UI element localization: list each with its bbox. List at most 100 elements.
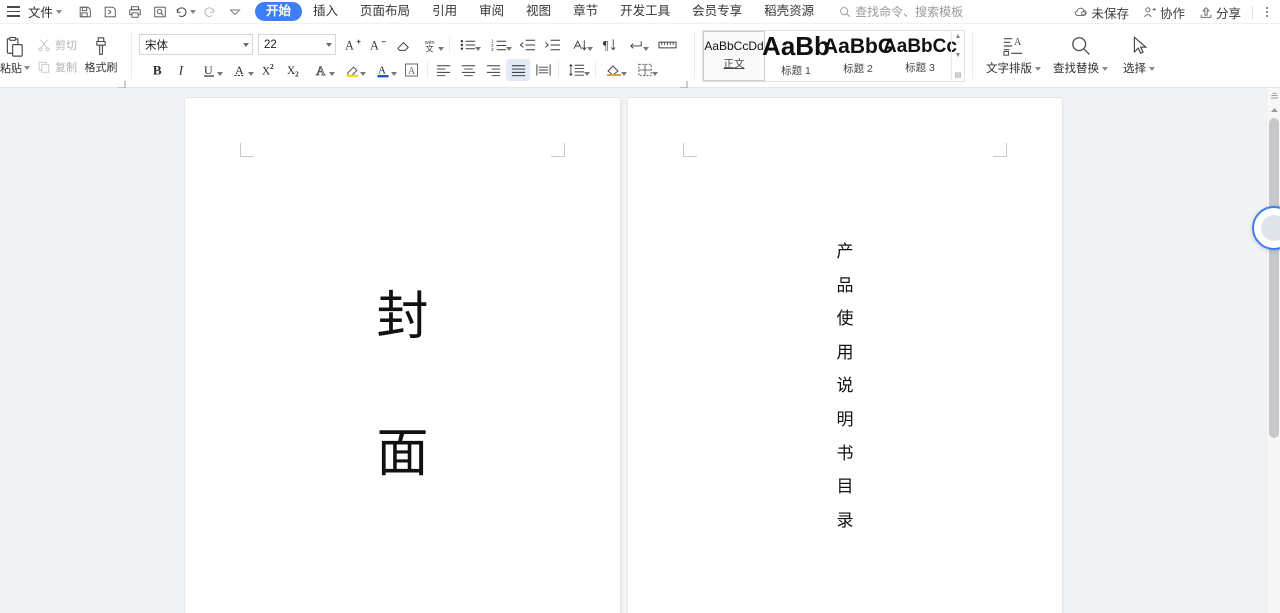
- tab-start[interactable]: 开始: [255, 2, 303, 21]
- text-effects-icon: A: [316, 62, 327, 77]
- justify-button[interactable]: [506, 58, 530, 81]
- tab-references[interactable]: 引用: [421, 2, 468, 21]
- divider: [131, 32, 132, 79]
- show-paragraph-marks-button[interactable]: ¶: [596, 34, 620, 56]
- style-heading-2[interactable]: AaBbC 标题 2: [823, 31, 893, 81]
- bullet-list-button[interactable]: [453, 34, 483, 56]
- text-typesetting-button[interactable]: A 文字排版: [980, 32, 1047, 79]
- toc-char: 品: [836, 275, 854, 296]
- bold-button[interactable]: B: [145, 59, 169, 81]
- tab-section[interactable]: 章节: [562, 2, 609, 21]
- font-family-combo[interactable]: 宋体: [139, 34, 253, 55]
- cut-button[interactable]: 剪切: [32, 35, 82, 55]
- sort-button[interactable]: [565, 34, 595, 56]
- decrease-indent-button[interactable]: [515, 34, 539, 56]
- document-canvas[interactable]: 封 面 产 品 使 用 说 明 书 目 录: [0, 88, 1280, 613]
- numbered-list-button[interactable]: 123: [484, 34, 514, 56]
- document-grid-button[interactable]: [652, 34, 682, 56]
- undo-icon[interactable]: [172, 1, 197, 23]
- save-as-icon[interactable]: [97, 1, 122, 23]
- shrink-font-button[interactable]: A: [366, 34, 390, 56]
- tab-view[interactable]: 视图: [515, 2, 562, 21]
- chevron-down-icon: [189, 10, 196, 14]
- margin-mark-top-right: [551, 143, 565, 157]
- pinyin-guide-button[interactable]: wén 文: [416, 34, 446, 56]
- strikethrough-button[interactable]: A: [226, 59, 256, 81]
- app-menu-icon[interactable]: [0, 0, 26, 24]
- style-heading-3[interactable]: AaBbCc 标题 3: [883, 31, 957, 81]
- tab-developer-tools[interactable]: 开发工具: [609, 2, 681, 21]
- clipboard-small-commands: 剪切 复制: [32, 35, 82, 77]
- italic-button[interactable]: I: [170, 59, 194, 81]
- scroll-up-icon[interactable]: [1267, 89, 1280, 103]
- tab-docer-resources[interactable]: 稻壳资源: [753, 2, 825, 21]
- share-label: 分享: [1215, 6, 1241, 21]
- document-page-1[interactable]: 封 面: [185, 98, 620, 613]
- document-grid-icon: [657, 41, 677, 48]
- scrollbar-thumb[interactable]: [1269, 118, 1279, 438]
- clear-formatting-button[interactable]: [391, 34, 415, 56]
- file-menu-button[interactable]: 文件: [26, 0, 68, 24]
- redo-icon[interactable]: [197, 1, 222, 23]
- styles-expand-icon[interactable]: ▤: [955, 72, 962, 79]
- align-center-button[interactable]: [456, 59, 480, 81]
- toc-char: 产: [836, 242, 854, 262]
- paste-icon: [6, 36, 23, 57]
- styles-gallery: AaBbCcDd 正文 AaBb 标题 1 AaBbC 标题 2 AaBbCc …: [702, 29, 965, 82]
- collaborate-button[interactable]: 协作: [1137, 2, 1191, 22]
- format-painter-button[interactable]: 格式刷: [82, 34, 120, 77]
- line-break-button[interactable]: [621, 34, 651, 56]
- cut-icon: [38, 38, 50, 51]
- print-icon[interactable]: [122, 1, 147, 23]
- line-spacing-button[interactable]: [562, 59, 592, 81]
- highlight-color-button[interactable]: [338, 59, 368, 81]
- tab-page-layout[interactable]: 页面布局: [349, 2, 421, 21]
- more-options-icon[interactable]: [1258, 2, 1276, 22]
- customize-qat-icon[interactable]: [222, 1, 247, 23]
- print-preview-icon[interactable]: [147, 1, 172, 23]
- margin-mark-top-right: [993, 143, 1007, 157]
- style-heading-1[interactable]: AaBb 标题 1: [762, 31, 830, 81]
- save-status-button[interactable]: 未保存: [1068, 2, 1135, 22]
- distribute-button[interactable]: [531, 59, 555, 81]
- chevron-down-icon: [587, 46, 593, 51]
- tab-review[interactable]: 审阅: [468, 2, 515, 21]
- chevron-down-icon: [360, 71, 366, 76]
- increase-indent-button[interactable]: [540, 34, 564, 56]
- subscript-button[interactable]: X2: [282, 59, 306, 81]
- font-color-button[interactable]: A: [369, 59, 399, 81]
- document-page-2[interactable]: 产 品 使 用 说 明 书 目 录: [628, 98, 1062, 613]
- align-right-button[interactable]: [481, 59, 505, 81]
- grow-font-button[interactable]: A: [341, 34, 365, 56]
- tab-member-exclusive[interactable]: 会员专享: [681, 2, 753, 21]
- clipboard-dialog-launcher[interactable]: [117, 76, 126, 89]
- underline-button[interactable]: U: [195, 59, 225, 81]
- scroll-page-up-icon[interactable]: [1267, 103, 1280, 117]
- text-effects-button[interactable]: A: [307, 59, 337, 81]
- style-body-text[interactable]: AaBbCcDd 正文: [703, 30, 765, 81]
- tab-insert[interactable]: 插入: [302, 2, 349, 21]
- vertical-scrollbar[interactable]: [1252, 88, 1280, 613]
- shading-button[interactable]: [599, 59, 629, 81]
- save-icon[interactable]: [72, 1, 97, 23]
- font-row-1: 宋体 22 A A wén 文 1 2 3 ¶: [139, 34, 682, 56]
- find-replace-button[interactable]: 查找替换: [1047, 32, 1114, 79]
- superscript-button[interactable]: X2: [257, 59, 281, 81]
- command-search-box[interactable]: 查找命令、搜索模板: [839, 3, 963, 20]
- align-left-button[interactable]: [431, 59, 455, 81]
- cursor-select-icon: [1133, 35, 1148, 55]
- text-typesetting-label-wrap: 文字排版: [986, 60, 1041, 76]
- line-spacing-icon: [568, 63, 584, 76]
- styles-scroll-up-icon[interactable]: ▲: [955, 33, 962, 40]
- chevron-down-icon: [643, 46, 649, 51]
- font-dialog-launcher[interactable]: [679, 76, 688, 89]
- copy-button[interactable]: 复制: [32, 57, 82, 77]
- margin-mark-top-left: [683, 143, 697, 157]
- character-border-button[interactable]: A: [400, 59, 424, 81]
- share-button[interactable]: 分享: [1193, 2, 1247, 22]
- select-button[interactable]: 选择: [1114, 32, 1164, 79]
- paste-button[interactable]: 粘贴: [0, 34, 32, 78]
- font-size-combo[interactable]: 22: [258, 34, 336, 55]
- styles-scroll-down-icon[interactable]: ▼: [955, 52, 962, 59]
- borders-button[interactable]: [630, 59, 660, 81]
